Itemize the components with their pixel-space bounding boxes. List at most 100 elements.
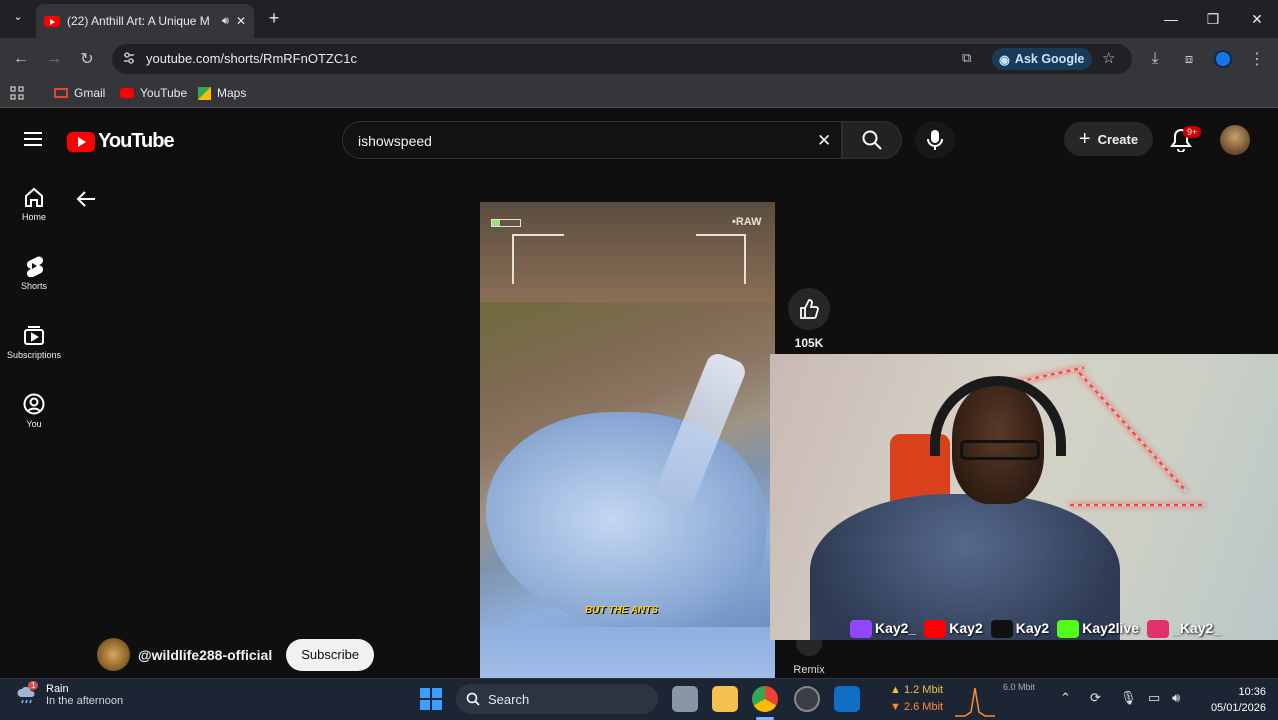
- bookmarks-bar: Gmail YouTube Maps: [0, 80, 1278, 108]
- task-view-icon[interactable]: [672, 686, 698, 712]
- logo-text: YouTube: [98, 130, 175, 152]
- gmail-icon: [54, 88, 68, 98]
- nav-subscriptions[interactable]: Subscriptions: [0, 324, 68, 360]
- nav-shorts[interactable]: Shorts: [0, 255, 68, 291]
- short-video-player[interactable]: •RAW BUT THE ANTS: [480, 202, 775, 680]
- back-button[interactable]: ←: [8, 46, 34, 72]
- youtube-favicon-icon: [44, 15, 60, 27]
- you-icon: [23, 393, 45, 415]
- hamburger-menu-icon[interactable]: [24, 132, 42, 146]
- volume-icon[interactable]: 🔊︎: [1172, 690, 1180, 706]
- handle-label: _Kay2_: [1172, 620, 1222, 636]
- new-tab-button[interactable]: +: [264, 8, 284, 28]
- search-icon: [466, 692, 480, 706]
- youtube-icon: [120, 88, 134, 98]
- browser-toolbar: ← → ↻ youtube.com/shorts/RmRFnOTZC1c ⧉ ◉…: [0, 38, 1278, 80]
- tiktok-icon: [990, 620, 1013, 639]
- net-download: ▼ 2.6 Mbit: [890, 701, 944, 713]
- handle-label: Kay2live: [1082, 620, 1140, 636]
- windows-start-icon[interactable]: [420, 688, 442, 710]
- twitch-icon: [850, 620, 872, 639]
- clock-date: 05/01/2026: [1210, 702, 1266, 714]
- raw-tag: •RAW: [732, 216, 762, 228]
- address-bar[interactable]: youtube.com/shorts/RmRFnOTZC1c ⧉ ◉ Ask G…: [112, 44, 1132, 74]
- chrome-menu-icon[interactable]: ⋮: [1244, 46, 1270, 72]
- downloads-icon[interactable]: ⤓: [1142, 46, 1168, 72]
- clock-time: 10:36: [1238, 686, 1266, 698]
- tab-audio-icon[interactable]: 🔊︎: [222, 15, 229, 28]
- tab-close-icon[interactable]: ✕: [236, 14, 246, 28]
- minimize-button[interactable]: —: [1156, 8, 1186, 30]
- file-explorer-icon[interactable]: [712, 686, 738, 712]
- bookmark-youtube[interactable]: YouTube: [120, 86, 187, 100]
- bookmark-star-icon[interactable]: ☆: [1102, 49, 1115, 67]
- taskbar-search[interactable]: Search: [456, 684, 658, 714]
- search-input[interactable]: ishowspeed ✕: [342, 121, 842, 159]
- browser-tab-active[interactable]: (22) Anthill Art: A Unique M 🔊︎ ✕: [36, 4, 254, 38]
- nav-you[interactable]: You: [0, 393, 68, 429]
- like-button[interactable]: [788, 288, 830, 330]
- ask-google-label: Ask Google: [1014, 52, 1085, 66]
- lens-icon: ◉: [999, 52, 1010, 67]
- home-icon: [25, 187, 43, 207]
- youtube-logo[interactable]: YouTube: [67, 130, 175, 153]
- bookmark-label: Gmail: [74, 86, 106, 100]
- display-icon[interactable]: ▭: [1148, 690, 1160, 706]
- shorts-icon: [26, 256, 44, 277]
- nav-label: Subscriptions: [6, 350, 62, 360]
- net-scale: 6.0 Mbit: [1002, 682, 1035, 692]
- nav-label: You: [26, 419, 42, 429]
- microphone-tray-icon[interactable]: 🎙︎: [1120, 690, 1137, 706]
- create-label: Create: [1097, 131, 1139, 147]
- search-label: Search: [488, 691, 530, 707]
- video-bottom-frame: [480, 627, 775, 680]
- show-hidden-icons-chevron-icon[interactable]: ⌃: [1060, 690, 1071, 706]
- windows-taskbar: 1 Rain In the afternoon Search ▲ 1.2 Mbi…: [0, 678, 1278, 720]
- restore-button[interactable]: ❐: [1198, 8, 1228, 30]
- ask-google-button[interactable]: ◉ Ask Google: [992, 48, 1092, 70]
- search-button[interactable]: [842, 121, 902, 159]
- social-youtube: Kay2: [924, 620, 983, 639]
- obs-icon[interactable]: [794, 686, 820, 712]
- install-app-icon[interactable]: ⧉: [962, 50, 971, 66]
- account-avatar[interactable]: [1220, 125, 1250, 155]
- handle-label: Kay2: [949, 620, 983, 636]
- bookmark-maps[interactable]: Maps: [198, 86, 246, 100]
- kick-icon: [1057, 620, 1080, 639]
- forward-button[interactable]: →: [41, 46, 67, 72]
- channel-name[interactable]: @wildlife288-official: [138, 647, 272, 663]
- handle-label: Kay2: [1015, 620, 1050, 636]
- streamer-webcam: Kay2_ Kay2 Kay2 Kay2live _Kay2_: [770, 354, 1278, 640]
- bookmark-label: Maps: [217, 86, 247, 100]
- reload-button[interactable]: ↻: [74, 46, 100, 72]
- viewfinder-corner: [512, 234, 564, 284]
- plus-icon: +: [1078, 127, 1091, 150]
- bookmark-gmail[interactable]: Gmail: [54, 86, 105, 100]
- youtube-icon: [924, 620, 947, 639]
- extensions-icon[interactable]: ⧈: [1176, 46, 1202, 72]
- nav-label: Home: [21, 212, 46, 222]
- channel-avatar[interactable]: [97, 638, 130, 671]
- vscode-icon[interactable]: [834, 686, 860, 712]
- nav-home[interactable]: Home: [0, 186, 68, 222]
- close-window-button[interactable]: ✕: [1242, 8, 1272, 30]
- glasses: [960, 440, 1040, 460]
- weather-widget[interactable]: 1 Rain In the afternoon: [16, 681, 123, 707]
- nav-label: Shorts: [20, 281, 47, 291]
- voice-search-button[interactable]: [915, 121, 955, 159]
- led-strip: [1070, 504, 1205, 506]
- system-clock[interactable]: 10:36 05/01/2026: [1200, 684, 1266, 716]
- apps-grid-icon[interactable]: [10, 86, 24, 100]
- back-arrow-icon[interactable]: [76, 190, 96, 208]
- create-button[interactable]: + Create: [1064, 122, 1153, 156]
- clear-search-icon[interactable]: ✕: [817, 131, 831, 151]
- tab-search-chevron-icon[interactable]: ⌄: [8, 10, 28, 28]
- chrome-icon[interactable]: [752, 686, 778, 712]
- site-info-icon[interactable]: [122, 51, 136, 65]
- subscribe-button[interactable]: Subscribe: [286, 638, 375, 671]
- led-strip: [1078, 372, 1188, 493]
- sync-icon[interactable]: ⟳: [1090, 690, 1101, 706]
- profile-avatar[interactable]: [1214, 50, 1232, 68]
- viewfinder-corner: [696, 234, 746, 284]
- remix-label: Remix: [793, 664, 825, 676]
